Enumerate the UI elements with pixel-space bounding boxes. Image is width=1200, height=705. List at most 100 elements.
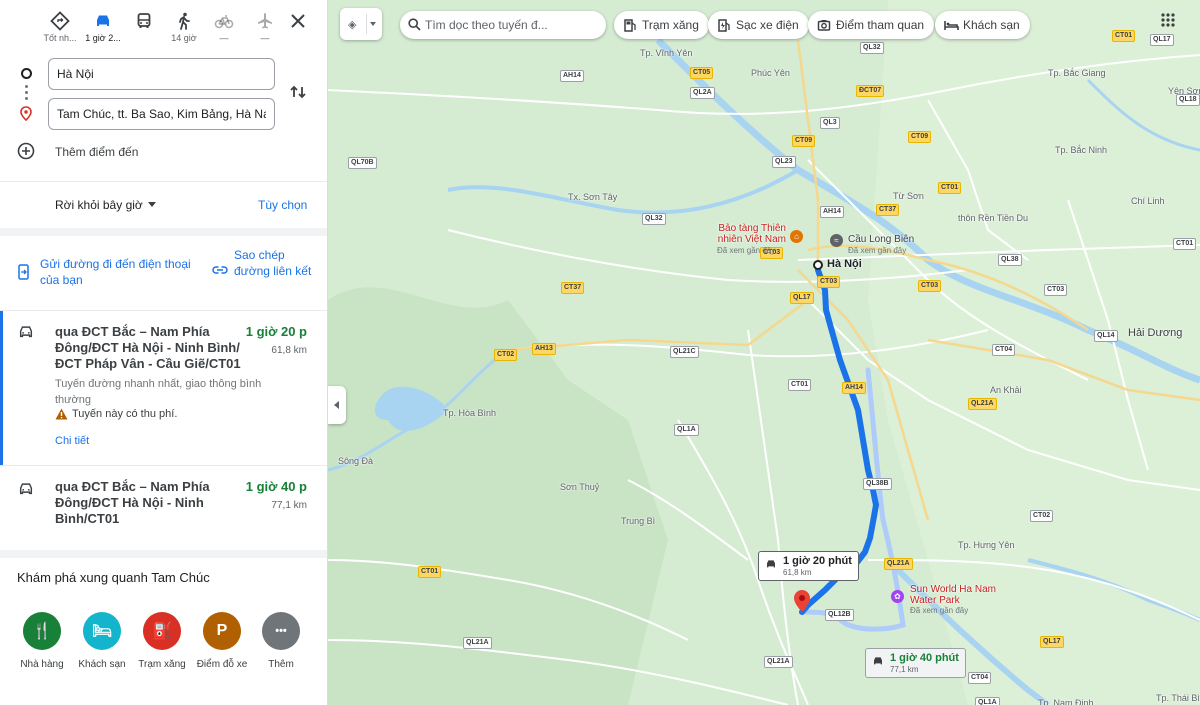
diamond-route-icon [50,11,70,31]
park-pin-icon[interactable]: ✿ [891,590,904,603]
route-1-callout[interactable]: 1 giờ 20 phút 61,8 km [758,551,859,581]
callout-distance: 77,1 km [890,665,919,674]
depart-time-select[interactable]: Rời khỏi bây giờ [55,198,143,212]
chip-gas-station[interactable]: Trạm xăng [614,11,709,39]
explore-restaurant-button[interactable]: 🍴 Nhà hàng [11,612,73,670]
add-circle-icon[interactable] [17,142,35,160]
close-icon[interactable] [288,11,308,31]
mode-car[interactable]: 1 giờ 2... [81,8,125,48]
swap-icon[interactable] [288,82,308,102]
poi-museum-label[interactable]: Bảo tàng Thiên nhiên Việt Nam [706,223,786,245]
route-duration: 1 giờ 40 p [245,479,307,494]
map-place-label[interactable]: Tp. Vĩnh Yên [640,48,692,58]
map-place-label[interactable]: Hải Dương [1128,327,1182,339]
copy-link-link[interactable]: Sao chép đường liên kết [234,247,314,279]
road-badge: AH14 [842,382,866,394]
route-description: Tuyến đường nhanh nhất, giao thông bình … [55,378,262,406]
apps-grid-icon[interactable] [1160,12,1176,28]
road-badge: CT37 [876,204,900,216]
mode-car-label: 1 giờ 2... [85,33,121,43]
search-icon [408,18,421,31]
explore-label: Trạm xăng [138,659,186,670]
add-destination-label[interactable]: Thêm điểm đến [55,145,138,159]
poi-bridge-label[interactable]: Cầu Long Biên [848,234,914,245]
explore-parking-button[interactable]: P Điểm đỗ xe [191,612,253,670]
origin-input[interactable] [48,58,275,90]
caret-down-icon [370,22,376,26]
send-to-phone-link[interactable]: Gửi đường đi đến điện thoại của bạn [40,256,200,288]
destination-input[interactable] [48,98,275,130]
chip-hotels[interactable]: Khách sạn [935,11,1030,39]
hotel-icon [944,21,959,30]
road-badge: CT01 [418,566,442,578]
road-badge: QL32 [860,42,884,54]
map-place-label[interactable]: Tp. Thái Bìn [1156,693,1200,703]
explore-hotel-button[interactable]: 🛏 Khách sạn [71,612,133,670]
route-2-callout[interactable]: 1 giờ 40 phút 77,1 km [865,648,966,678]
road-badge: AH14 [560,70,584,82]
route-title: qua ĐCT Bắc – Nam Phía Đông/ĐCT Hà Nội -… [55,479,210,526]
mode-flight[interactable]: — [243,8,287,48]
map-place-label[interactable]: Tx. Sơn Tây [568,192,617,202]
map-canvas[interactable]: Tp. Vĩnh Yên Phúc Yên Tp. Bắc Giang Yên Sơn… [328,0,1200,705]
map-place-label[interactable]: Trung Bì [621,516,655,526]
road-badge: CT09 [792,135,816,147]
road-badge: QL1A [975,697,1000,705]
route-options-link[interactable]: Tùy chọn [258,198,307,212]
map-place-label[interactable]: Tp. Hưng Yên [958,540,1014,550]
mode-bike-label: — [219,33,229,43]
road-badge: QL38 [998,254,1022,266]
road-badge: QL21A [764,656,793,668]
collapse-panel-button[interactable] [328,386,346,424]
chip-ev-charging-label: Sạc xe điện [736,18,799,32]
route-details-link[interactable]: Chi tiết [55,435,89,447]
layers-icon: ◈ [348,19,357,31]
route-option-1[interactable]: qua ĐCT Bắc – Nam Phía Đông/ĐCT Hà Nội -… [0,311,327,466]
museum-pin-icon[interactable]: ⌂ [790,230,803,243]
route-title: qua ĐCT Bắc – Nam Phía Đông/ĐCT Hà Nội -… [55,324,241,371]
road-badge: CT05 [690,67,714,79]
car-icon [19,483,33,495]
route-search-input[interactable] [425,16,595,34]
road-badge: CT01 [788,379,812,391]
road-badge: CT01 [1112,30,1136,42]
explore-gas-station-button[interactable]: ⛽ Trạm xăng [131,612,193,670]
map-place-label[interactable]: Chí Linh [1131,196,1165,206]
road-badge: CT03 [918,280,942,292]
mode-bike[interactable]: — [202,8,246,48]
chip-attractions[interactable]: Điểm tham quan [808,11,935,39]
road-badge: AH13 [532,343,556,355]
explore-nearby-title: Khám phá xung quanh Tam Chúc [17,570,210,585]
map-place-label[interactable]: Hà Nội [827,258,862,270]
road-badge: CT04 [992,344,1016,356]
map-place-label[interactable]: An Khải [990,385,1022,395]
road-badge: QL2A [690,87,715,99]
mode-best[interactable]: Tốt nh... [38,8,82,48]
bridge-pin-icon[interactable]: ≈ [830,234,843,247]
route-search-box[interactable] [400,11,606,39]
walk-icon [179,12,190,30]
road-badge: QL38B [863,478,892,490]
road-badge: QL21A [968,398,997,410]
mode-transit[interactable] [122,8,166,48]
map-place-label[interactable]: Tp. Bắc Giang [1048,68,1106,78]
selected-indicator [0,311,3,466]
map-layers-button[interactable]: ◈ [340,8,382,40]
map-place-label[interactable]: thôn Rền Tiền Du [958,213,1028,223]
map-place-label[interactable]: Sơn Thuỷ [560,482,599,492]
chip-attractions-label: Điểm tham quan [836,18,925,32]
map-place-label[interactable]: Tp. Bắc Ninh [1055,145,1107,155]
chip-ev-charging[interactable]: Sạc xe điện [708,11,809,39]
parking-icon: P [203,612,241,650]
explore-more-button[interactable]: ••• Thêm [250,612,312,670]
map-place-label[interactable]: Từ Sơn [893,191,924,201]
map-place-label[interactable]: Phúc Yên [751,68,790,78]
road-badge: QL17 [1150,34,1174,46]
map-place-label[interactable]: Tp. Hòa Bình [443,408,496,418]
map-place-label[interactable]: Tp. Nam Định [1038,698,1094,705]
road-badge: QL21C [670,346,699,358]
map-place-label[interactable]: Sông Đà [338,456,373,466]
mode-walk[interactable]: 14 giờ [162,8,206,48]
route-option-2[interactable]: qua ĐCT Bắc – Nam Phía Đông/ĐCT Hà Nội -… [0,466,327,550]
poi-waterpark-label[interactable]: Sun World Ha Nam Water Park [910,584,1000,606]
